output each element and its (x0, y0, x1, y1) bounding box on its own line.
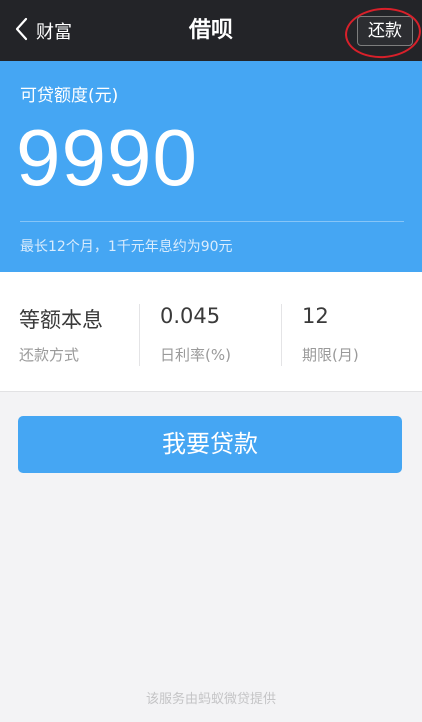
info-divider (281, 304, 282, 366)
credit-panel: 可贷额度(元) 9990 最长12个月，1千元年息约为90元 (0, 61, 422, 272)
service-provider-note: 该服务由蚂蚁微贷提供 (145, 692, 276, 707)
loan-info-row: 等额本息 还款方式 0.045 日利率(%) 12 期限(月) (0, 272, 422, 392)
apply-loan-button[interactable]: 我要贷款 (18, 416, 402, 473)
daily-rate-value: 0.045 (160, 304, 221, 328)
credit-limit-label: 可贷额度(元) (20, 86, 119, 106)
jiebei-page: 财富 借呗 还款 可贷额度(元) 9990 最长12个月，1千元年息约为90元 … (0, 0, 422, 722)
repayment-method-label: 还款方式 (19, 346, 80, 364)
credit-limit-amount: 9990 (16, 113, 198, 202)
info-divider (139, 304, 140, 366)
repayment-method-value: 等额本息 (19, 308, 103, 332)
credit-note: 最长12个月，1千元年息约为90元 (20, 239, 233, 255)
credit-divider (20, 221, 404, 222)
nav-bar: 财富 借呗 还款 (0, 0, 422, 61)
term-label: 期限(月) (302, 346, 359, 364)
term-value: 12 (302, 304, 329, 328)
daily-rate-label: 日利率(%) (160, 346, 231, 364)
repay-button[interactable]: 还款 (357, 16, 413, 46)
